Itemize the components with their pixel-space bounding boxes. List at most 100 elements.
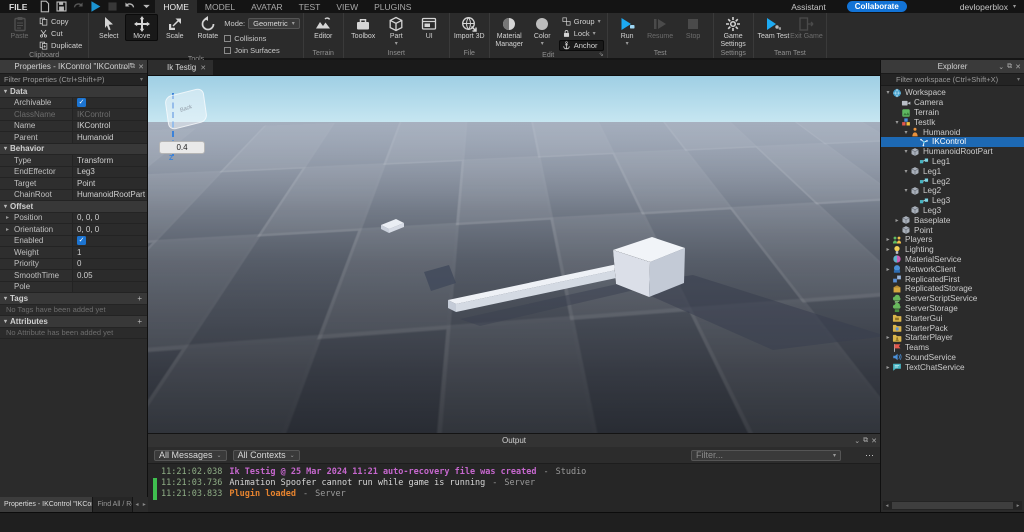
panel-popout-icon[interactable]: ⧉: [130, 63, 135, 71]
file-menu[interactable]: FILE: [0, 2, 36, 12]
checkbox-checked[interactable]: ✓: [77, 236, 86, 246]
tree-item-camera[interactable]: Camera: [881, 98, 1024, 108]
tree-item-leg1[interactable]: ▾ Leg1: [881, 166, 1024, 176]
undo-button[interactable]: [123, 1, 136, 12]
chevron-up-icon[interactable]: [759, 1, 770, 12]
output-log[interactable]: 11:21:02.038 Ik Testig @ 25 Mar 2024 11:2…: [148, 464, 880, 512]
row-expand-icon[interactable]: ▸: [6, 226, 9, 233]
join-surfaces-checkbox[interactable]: Join Surfaces: [224, 46, 299, 55]
tree-item-teams[interactable]: Teams: [881, 343, 1024, 353]
select-button[interactable]: Select: [92, 14, 125, 41]
part-button[interactable]: Part ▾: [380, 14, 413, 47]
toolbox-button[interactable]: Toolbox: [347, 14, 380, 41]
property-value[interactable]: 0: [73, 259, 147, 270]
expand-open-icon[interactable]: ▾: [902, 187, 910, 194]
expand-closed-icon[interactable]: ▸: [884, 266, 892, 273]
help-icon[interactable]: [912, 1, 923, 12]
anchor-button[interactable]: Anchor: [558, 40, 604, 51]
section-header-tags[interactable]: ▾ Tags +: [0, 293, 147, 305]
more-options-icon[interactable]: ⋯: [865, 450, 874, 461]
duplicate-button[interactable]: Duplicate: [36, 40, 85, 51]
checkbox-checked[interactable]: ✓: [77, 98, 86, 108]
tree-item-humanoid[interactable]: ▾ Humanoid: [881, 127, 1024, 137]
clear-output-broom-icon[interactable]: [847, 449, 859, 461]
add-icon[interactable]: +: [137, 294, 147, 303]
contexts-filter-dropdown[interactable]: All Contexts ⌄: [232, 449, 300, 461]
panel-popout-icon[interactable]: ⧉: [1007, 63, 1012, 71]
tree-item-workspace[interactable]: ▾ Workspace: [881, 88, 1024, 98]
property-value[interactable]: 0, 0, 0: [73, 213, 147, 224]
row-expand-icon[interactable]: ▸: [6, 214, 9, 221]
expand-closed-icon[interactable]: ▸: [884, 364, 892, 371]
expand-open-icon[interactable]: ▾: [902, 129, 910, 136]
drag-distance-badge[interactable]: 0.4: [159, 141, 205, 154]
expand-closed-icon[interactable]: ▸: [893, 217, 901, 224]
expand-open-icon[interactable]: ▾: [902, 148, 910, 155]
output-filter-input[interactable]: Filter... ▾: [691, 449, 841, 461]
tree-item-ikcontrol[interactable]: IKControl: [881, 136, 1024, 147]
scroll-left-icon[interactable]: ◂: [883, 503, 891, 509]
add-icon[interactable]: +: [137, 317, 147, 326]
explorer-header[interactable]: Explorer ⌄ ⧉ ✕: [881, 60, 1024, 73]
user-menu-caret-icon[interactable]: ▾: [1013, 3, 1016, 10]
new-file-button[interactable]: [38, 0, 51, 13]
output-line[interactable]: 11:21:02.038 Ik Testig @ 25 Mar 2024 11:2…: [152, 467, 880, 478]
ribbon-tab-avatar[interactable]: AVATAR: [243, 0, 291, 13]
cloud-sync-icon[interactable]: [928, 1, 939, 12]
tree-item-lighting[interactable]: ▸ Lighting: [881, 245, 1024, 255]
expand-open-icon[interactable]: ▾: [884, 89, 892, 96]
run-button[interactable]: Run ▾: [611, 14, 644, 47]
panel-popout-icon[interactable]: ⧉: [863, 437, 868, 445]
ribbon-tab-plugins[interactable]: PLUGINS: [366, 0, 419, 13]
tree-item-networkclient[interactable]: ▸ NetworkClient: [881, 264, 1024, 274]
property-value[interactable]: 0.05: [73, 270, 147, 281]
section-header-data[interactable]: ▾ Data: [0, 86, 147, 98]
property-value[interactable]: Humanoid: [73, 132, 147, 143]
viewport-3d[interactable]: Back Z 0.4: [148, 76, 880, 433]
property-value[interactable]: 0, 0, 0: [73, 224, 147, 235]
section-header-offset[interactable]: ▾ Offset: [0, 201, 147, 213]
tree-item-leg2[interactable]: ▾ Leg2: [881, 186, 1024, 196]
tree-item-leg3[interactable]: Leg3: [881, 206, 1024, 216]
scrollbar-thumb[interactable]: [892, 502, 1013, 509]
import-3d-button[interactable]: Import 3D: [453, 14, 486, 41]
mode-dropdown[interactable]: Geometric ▾: [248, 18, 300, 29]
copy-button[interactable]: Copy: [36, 16, 85, 27]
filter-caret-icon[interactable]: ▾: [140, 76, 143, 83]
save-button[interactable]: [55, 1, 68, 12]
filter-caret-icon[interactable]: ▾: [1017, 76, 1020, 83]
group-button[interactable]: Group ▾: [559, 16, 604, 27]
property-value[interactable]: Leg3: [73, 167, 147, 178]
tree-item-leg1[interactable]: Leg1: [881, 157, 1024, 167]
section-header-behavior[interactable]: ▾ Behavior: [0, 143, 147, 155]
scale-button[interactable]: Scale: [158, 14, 191, 41]
explorer-horizontal-scrollbar[interactable]: ◂ ▸: [883, 501, 1022, 510]
section-header-attributes[interactable]: ▾ Attributes +: [0, 316, 147, 328]
tree-item-startergui[interactable]: StarterGui: [881, 313, 1024, 323]
property-value[interactable]: IKControl: [73, 109, 147, 120]
expand-closed-icon[interactable]: ▸: [884, 236, 892, 243]
tab-close-icon[interactable]: ✕: [200, 64, 206, 72]
stop-button[interactable]: [106, 1, 119, 12]
expand-open-icon[interactable]: ▾: [893, 119, 901, 126]
assistant-button[interactable]: Assistant: [791, 2, 826, 12]
tree-item-starterpack[interactable]: StarterPack: [881, 323, 1024, 333]
ribbon-tab-home[interactable]: HOME: [155, 0, 197, 13]
properties-filter-input[interactable]: Filter Properties (Ctrl+Shift+P) ▾: [0, 73, 147, 86]
ui-button[interactable]: UI: [413, 14, 446, 41]
dock-tab-0[interactable]: Properties - IKControl "IKControl": [0, 497, 94, 512]
tree-item-starterplayer[interactable]: ▸ StarterPlayer: [881, 333, 1024, 343]
notifications-bell-icon[interactable]: [831, 1, 842, 12]
dock-tab-scroll-right-icon[interactable]: ▸: [140, 497, 148, 512]
panel-collapse-icon[interactable]: ⌄: [854, 437, 860, 445]
ribbon-tab-view[interactable]: VIEW: [328, 0, 366, 13]
tree-item-replicatedstorage[interactable]: ReplicatedStorage: [881, 284, 1024, 294]
redo-button[interactable]: [72, 1, 85, 12]
property-value[interactable]: Transform: [73, 155, 147, 166]
ribbon-tab-test[interactable]: TEST: [291, 0, 329, 13]
tree-item-soundservice[interactable]: SoundService: [881, 353, 1024, 363]
collaborate-button[interactable]: Collaborate: [846, 1, 907, 12]
cut-button[interactable]: Cut: [36, 28, 85, 39]
output-line[interactable]: 11:21:03.736 Animation Spoofer cannot run…: [152, 478, 880, 489]
ribbon-tab-model[interactable]: MODEL: [197, 0, 243, 13]
